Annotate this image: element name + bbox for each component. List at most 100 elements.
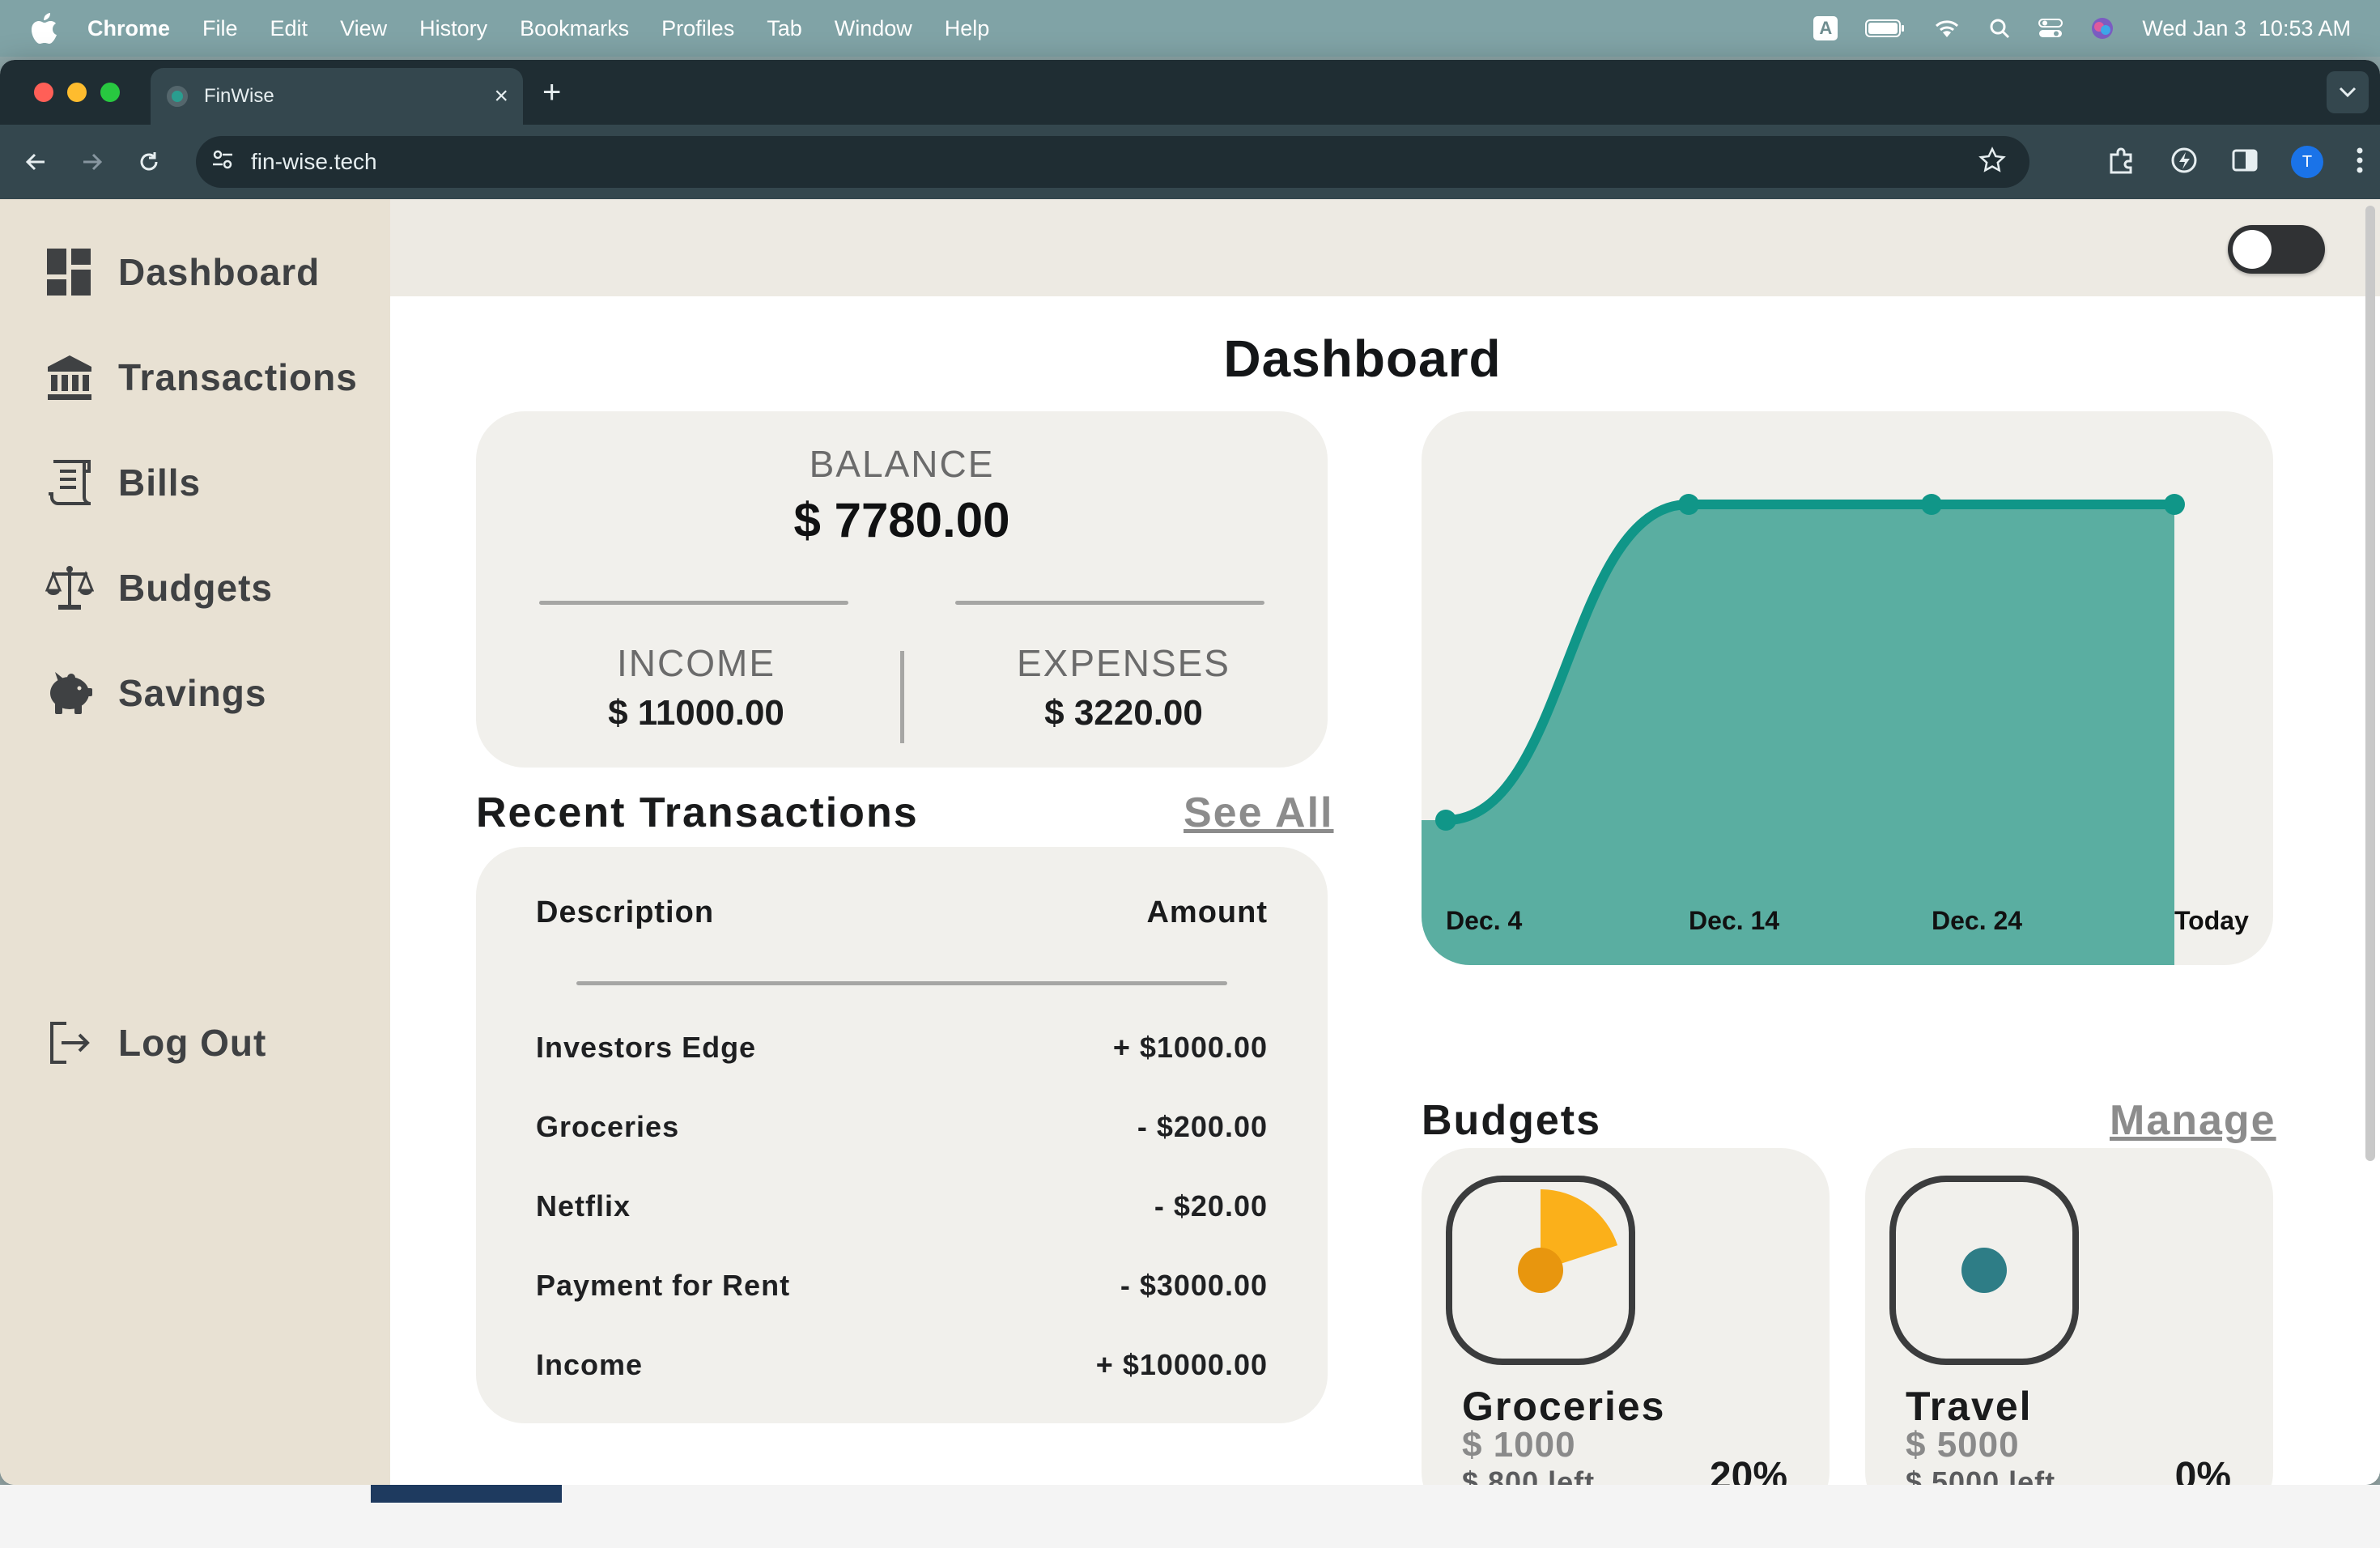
chart-x-tick-label: Dec. 24 bbox=[1932, 906, 2022, 935]
bank-icon bbox=[45, 353, 94, 402]
budget-card-travel[interactable]: Travel $ 5000 $ 5000 left 0% bbox=[1865, 1148, 2273, 1485]
menu-edit[interactable]: Edit bbox=[270, 16, 308, 41]
divider-line bbox=[539, 601, 848, 605]
theme-toggle[interactable] bbox=[2228, 225, 2325, 274]
chart-x-tick-label: Dec. 4 bbox=[1446, 906, 1522, 935]
tab-title: FinWise bbox=[204, 85, 274, 107]
sidebar-item-dashboard[interactable]: Dashboard bbox=[45, 248, 320, 296]
balance-value: $ 7780.00 bbox=[793, 493, 1010, 547]
menu-window[interactable]: Window bbox=[835, 16, 912, 41]
transactions-card: Description Amount Investors Edge + $100… bbox=[476, 847, 1328, 1423]
sidebar-item-budgets[interactable]: Budgets bbox=[45, 563, 273, 612]
budget-amount: $ 1000 bbox=[1462, 1425, 1576, 1465]
reload-icon[interactable] bbox=[133, 146, 165, 178]
kebab-menu-icon[interactable] bbox=[2356, 147, 2364, 178]
balance-chart-card: Dec. 4 Dec. 14 Dec. 24 Today bbox=[1422, 411, 2273, 965]
chart-point[interactable] bbox=[1678, 494, 1699, 515]
budget-center-dot bbox=[1518, 1248, 1563, 1293]
tx-description: Groceries bbox=[536, 1110, 680, 1143]
macos-menubar: Chrome File Edit View History Bookmarks … bbox=[0, 0, 2380, 57]
zoom-window-button[interactable] bbox=[100, 83, 120, 102]
toggle-knob bbox=[2233, 230, 2272, 269]
sidebar-item-label: Savings bbox=[118, 672, 267, 714]
sidebar-item-label: Budgets bbox=[118, 567, 273, 609]
address-bar[interactable]: fin-wise.tech bbox=[196, 136, 2029, 188]
budget-center-dot bbox=[1961, 1248, 2007, 1293]
menu-file[interactable]: File bbox=[202, 16, 238, 41]
finwise-app: Dashboard Transactions Bills Budgets Sav… bbox=[0, 199, 2380, 1485]
wifi-icon[interactable] bbox=[1933, 18, 1961, 39]
chart-point[interactable] bbox=[1921, 494, 1942, 515]
tab-close-icon[interactable]: × bbox=[494, 83, 508, 110]
balance-area-chart: Dec. 4 Dec. 14 Dec. 24 Today bbox=[1422, 494, 2249, 965]
spotlight-search-icon[interactable] bbox=[1988, 17, 2011, 40]
budget-remaining: $ 5000 left bbox=[1906, 1465, 2056, 1485]
menu-app-name[interactable]: Chrome bbox=[87, 16, 170, 41]
scale-icon bbox=[45, 563, 94, 612]
sidebar-item-label: Bills bbox=[118, 461, 202, 504]
new-tab-icon[interactable]: + bbox=[542, 74, 561, 111]
dashboard-icon bbox=[45, 248, 94, 296]
forward-icon[interactable] bbox=[76, 146, 108, 178]
tx-amount: + $1000.00 bbox=[1112, 1031, 1268, 1064]
logout-button[interactable]: Log Out bbox=[45, 1019, 266, 1067]
table-row[interactable]: Netflix - $20.00 bbox=[536, 1182, 1268, 1231]
sidebar: Dashboard Transactions Bills Budgets Sav… bbox=[0, 199, 390, 1485]
menu-tab[interactable]: Tab bbox=[767, 16, 802, 41]
site-info-icon[interactable] bbox=[210, 147, 235, 177]
tx-description: Investors Edge bbox=[536, 1031, 757, 1064]
side-panel-icon[interactable] bbox=[2231, 147, 2259, 178]
url-text[interactable]: fin-wise.tech bbox=[251, 149, 377, 175]
battery-icon[interactable] bbox=[1865, 19, 1906, 38]
tx-amount: + $10000.00 bbox=[1095, 1348, 1268, 1381]
sidebar-item-label: Transactions bbox=[118, 356, 358, 398]
table-row[interactable]: Investors Edge + $1000.00 bbox=[536, 1023, 1268, 1072]
budget-card-groceries[interactable]: Groceries $ 1000 $ 800 left 20% bbox=[1422, 1148, 1830, 1485]
table-row[interactable]: Income + $10000.00 bbox=[536, 1341, 1268, 1389]
tx-description: Netflix bbox=[536, 1189, 631, 1223]
page-scrollbar[interactable] bbox=[2365, 206, 2375, 1161]
sidebar-item-savings[interactable]: Savings bbox=[45, 669, 266, 717]
budget-pie-chart bbox=[1961, 1248, 2007, 1293]
see-all-link[interactable]: See All bbox=[1184, 789, 1334, 837]
sidebar-item-bills[interactable]: Bills bbox=[45, 458, 201, 507]
budget-percent: 0% bbox=[2174, 1455, 2231, 1485]
menu-history[interactable]: History bbox=[419, 16, 487, 41]
table-row[interactable]: Groceries - $200.00 bbox=[536, 1103, 1268, 1151]
table-row[interactable]: Payment for Rent - $3000.00 bbox=[536, 1261, 1268, 1310]
column-header-amount: Amount bbox=[1146, 895, 1268, 929]
back-icon[interactable] bbox=[19, 146, 52, 178]
menu-help[interactable]: Help bbox=[945, 16, 990, 41]
chart-point[interactable] bbox=[1435, 810, 1456, 831]
apple-logo-icon[interactable] bbox=[31, 13, 58, 44]
sidebar-item-transactions[interactable]: Transactions bbox=[45, 353, 358, 402]
profile-avatar[interactable]: T bbox=[2291, 146, 2323, 178]
logout-label: Log Out bbox=[118, 1022, 267, 1064]
budget-percent: 20% bbox=[1709, 1455, 1787, 1485]
extensions-icon[interactable] bbox=[2106, 145, 2137, 180]
top-bar bbox=[390, 199, 2380, 296]
chart-point[interactable] bbox=[2164, 494, 2185, 515]
balance-label: BALANCE bbox=[809, 443, 995, 485]
menu-view[interactable]: View bbox=[340, 16, 387, 41]
menubar-datetime[interactable]: Wed Jan 3 10:53 AM bbox=[2142, 16, 2351, 41]
minimize-window-button[interactable] bbox=[67, 83, 87, 102]
control-center-icon[interactable] bbox=[2038, 18, 2063, 39]
window-controls bbox=[34, 83, 120, 102]
favicon-icon bbox=[167, 86, 188, 107]
chevron-down-icon bbox=[2339, 87, 2357, 98]
tab-strip: FinWise × + bbox=[0, 60, 2380, 125]
manage-budgets-link[interactable]: Manage bbox=[2110, 1096, 2276, 1145]
siri-icon[interactable] bbox=[2090, 16, 2114, 40]
performance-icon[interactable] bbox=[2170, 146, 2199, 179]
tab-search-button[interactable] bbox=[2327, 71, 2369, 113]
menu-profiles[interactable]: Profiles bbox=[661, 16, 734, 41]
input-source-icon[interactable]: A bbox=[1813, 16, 1838, 40]
divider-line bbox=[955, 601, 1264, 605]
menu-bookmarks[interactable]: Bookmarks bbox=[520, 16, 629, 41]
page-title: Dashboard bbox=[1223, 330, 1502, 388]
browser-tab-active[interactable]: FinWise × bbox=[151, 68, 523, 125]
bookmark-star-icon[interactable] bbox=[1978, 146, 2007, 181]
budget-pie-chart bbox=[1518, 1189, 1618, 1293]
close-window-button[interactable] bbox=[34, 83, 53, 102]
